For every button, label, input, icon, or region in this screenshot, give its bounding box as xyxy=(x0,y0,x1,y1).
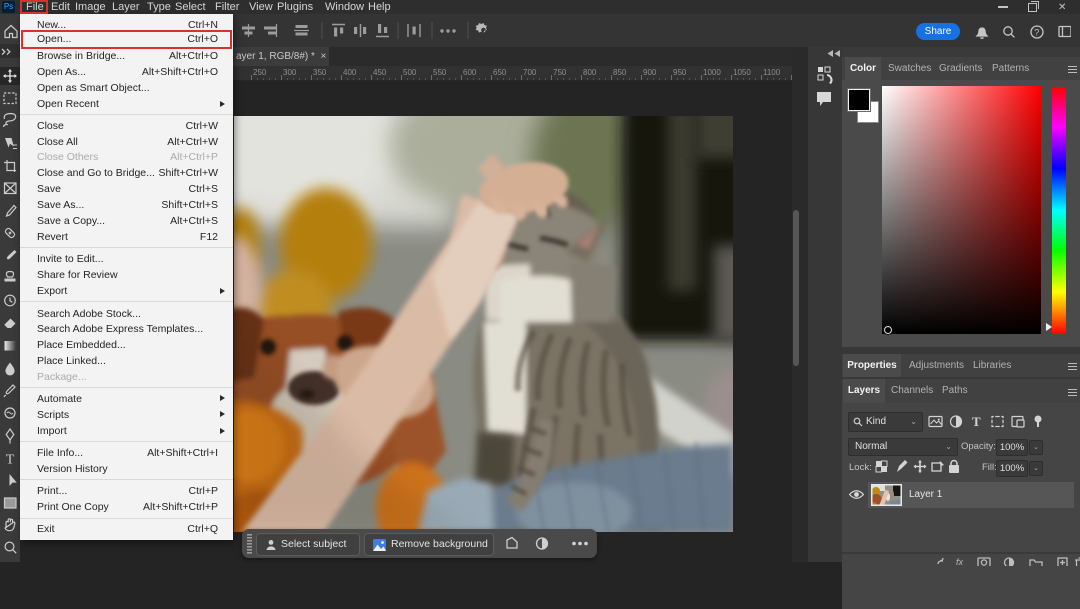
svg-text:T: T xyxy=(6,453,15,468)
svg-text:T: T xyxy=(972,414,981,429)
svg-text:?: ? xyxy=(1034,28,1039,38)
